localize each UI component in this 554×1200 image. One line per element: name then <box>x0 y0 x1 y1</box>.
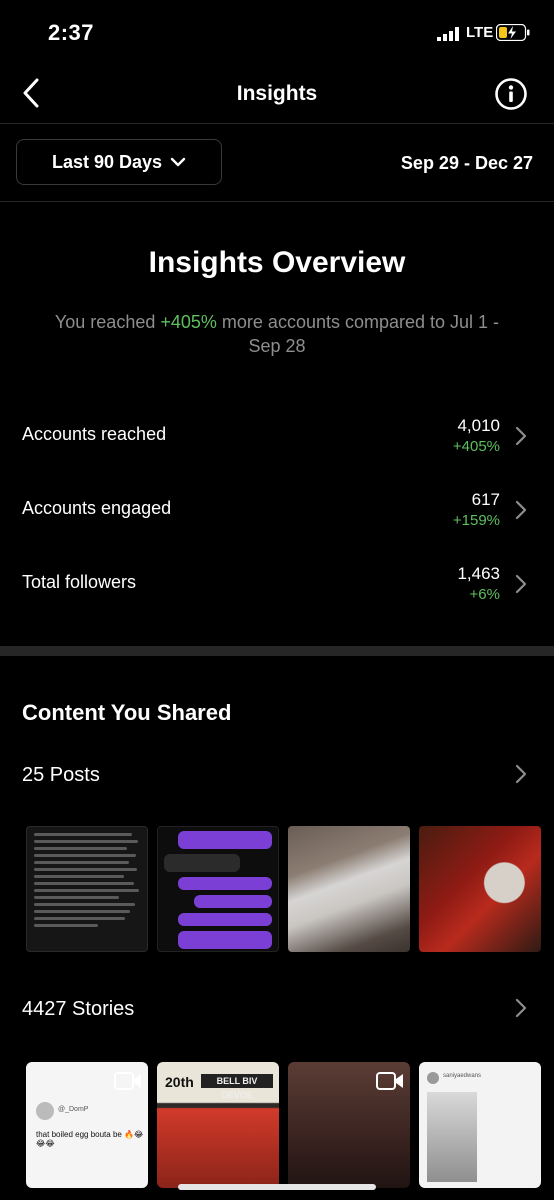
posts-thumbnails <box>26 826 546 952</box>
nav-bar: Insights <box>0 62 554 124</box>
stories-thumbnails: @_DomP that boiled egg bouta be 🔥😂😂😂 20t… <box>26 1062 546 1188</box>
network-label: LTE <box>466 24 494 41</box>
chevron-right-icon <box>515 426 527 446</box>
subtitle-post: more accounts compared to Jul 1 - Sep 28 <box>216 312 500 356</box>
stories-count-label: 4427 Stories <box>22 998 135 1020</box>
avatar <box>427 1072 439 1084</box>
metric-total-followers[interactable]: Total followers 1,463 +6% <box>0 564 554 620</box>
overview-title: Insights Overview <box>148 246 406 279</box>
status-bar: 2:37 LTE <box>0 0 554 62</box>
story-text: that boiled egg bouta be 🔥😂😂😂 <box>36 1130 144 1148</box>
metric-change: +405% <box>452 438 500 455</box>
album-title: BELL BIV DEVOE <box>201 1074 273 1100</box>
story-username: @_DomP <box>58 1106 89 1113</box>
story-thumbnail[interactable]: 20th BELL BIV DEVOE <box>157 1062 279 1188</box>
chevron-right-icon <box>515 764 527 784</box>
story-username: saniyaedwans <box>443 1073 482 1079</box>
metric-label: Accounts reached <box>22 424 167 444</box>
chevron-right-icon <box>515 574 527 594</box>
metric-change: +6% <box>469 586 500 603</box>
date-range-dropdown[interactable]: Last 90 Days <box>16 139 222 185</box>
filter-row: Last 90 Days Sep 29 - Dec 27 <box>0 124 554 202</box>
date-range-text: Sep 29 - Dec 27 <box>400 153 533 173</box>
subtitle-percent: +405% <box>160 312 217 332</box>
info-icon[interactable] <box>494 77 528 111</box>
posts-row[interactable]: 25 Posts <box>0 762 554 794</box>
posts-count-label: 25 Posts <box>22 764 100 786</box>
chevron-down-icon <box>170 157 186 167</box>
section-divider <box>0 646 554 656</box>
story-photo <box>427 1092 477 1182</box>
metric-label: Accounts engaged <box>22 498 172 518</box>
post-thumbnail[interactable] <box>26 826 148 952</box>
home-indicator <box>178 1184 376 1190</box>
story-thumbnail[interactable] <box>288 1062 410 1188</box>
stories-row[interactable]: 4427 Stories <box>0 996 554 1028</box>
metric-change: +159% <box>452 512 500 529</box>
metric-accounts-engaged[interactable]: Accounts engaged 617 +159% <box>0 490 554 546</box>
video-camera-icon <box>376 1072 403 1090</box>
post-thumbnail[interactable] <box>288 826 410 952</box>
page-title: Insights <box>236 82 318 105</box>
battery-icon <box>496 24 530 41</box>
metric-label: Total followers <box>22 572 137 592</box>
post-thumbnail[interactable] <box>157 826 279 952</box>
date-range-label: Last 90 Days <box>51 151 163 172</box>
overview-subtitle: You reached +405% more accounts compared… <box>40 310 514 358</box>
studio-logo: 20th <box>165 1074 194 1090</box>
chevron-right-icon <box>515 998 527 1018</box>
content-section-title: Content You Shared <box>22 700 232 725</box>
video-camera-icon <box>114 1072 141 1090</box>
signal-icon <box>437 27 459 41</box>
metric-value: 1,463 <box>457 564 500 583</box>
subtitle-pre: You reached <box>54 312 161 332</box>
story-thumbnail[interactable]: @_DomP that boiled egg bouta be 🔥😂😂😂 <box>26 1062 148 1188</box>
post-thumbnail[interactable] <box>419 826 541 952</box>
chevron-right-icon <box>515 500 527 520</box>
metric-value: 4,010 <box>457 416 500 435</box>
story-thumbnail[interactable]: saniyaedwans <box>419 1062 541 1188</box>
metric-accounts-reached[interactable]: Accounts reached 4,010 +405% <box>0 416 554 472</box>
metric-value: 617 <box>471 490 500 509</box>
status-time: 2:37 <box>48 20 95 45</box>
avatar <box>36 1102 54 1120</box>
